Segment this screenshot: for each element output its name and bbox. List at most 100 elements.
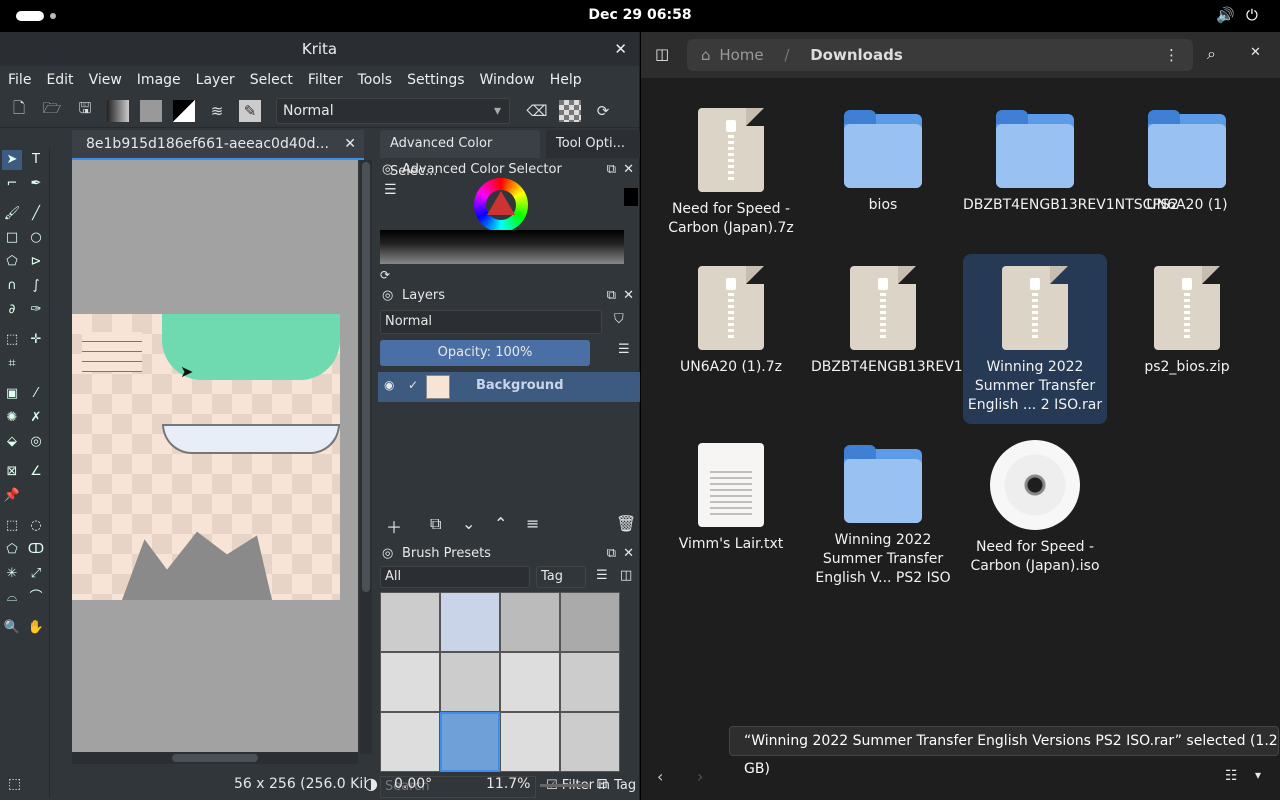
folder-item[interactable]: DBZBT4ENGB13REV1NTSCPS2 — [963, 110, 1179, 215]
move-down-icon[interactable]: ⌄ — [462, 514, 475, 533]
contiguous-select-tool-icon[interactable]: ✳ — [2, 564, 22, 584]
path-menu-icon[interactable]: ⋮ — [1164, 39, 1179, 71]
close-icon[interactable]: ✕ — [1250, 45, 1261, 60]
calligraphy-tool-icon[interactable]: ✒ — [26, 174, 46, 194]
file-item[interactable]: DBZBT4ENGB13REV1NTSCPS2.7z — [811, 266, 1047, 377]
close-panel-icon[interactable]: ✕ — [623, 286, 634, 306]
enclose-fill-tool-icon[interactable]: ◎ — [26, 432, 46, 452]
zoom-slider[interactable] — [540, 784, 590, 787]
line-tool-icon[interactable]: ╱ — [26, 204, 46, 224]
menu-select[interactable]: Select — [250, 72, 293, 88]
canvas-horizontal-scrollbar[interactable] — [72, 752, 358, 764]
menu-filter[interactable]: Filter — [308, 72, 343, 88]
opacity-slider[interactable]: Opacity: 100% — [380, 340, 590, 366]
freehand-select-tool-icon[interactable]: ↀ — [26, 540, 46, 560]
polygon-tool-icon[interactable]: ⬠ — [2, 252, 22, 272]
rotation-icon[interactable]: ◑ — [364, 774, 378, 793]
layer-properties-icon[interactable]: ≡ — [526, 514, 539, 533]
brush-preset-selected[interactable] — [440, 712, 500, 772]
transform-tool-icon[interactable]: ⬚ — [2, 330, 22, 350]
close-icon[interactable]: ✕ — [614, 32, 627, 66]
sidebar-toggle-icon[interactable]: ◫ — [655, 45, 669, 63]
current-color-swatch[interactable] — [624, 188, 638, 206]
pan-tool-icon[interactable]: ✋ — [26, 618, 46, 638]
search-icon[interactable]: ⌕ — [1207, 44, 1216, 64]
polyline-tool-icon[interactable]: ⊳ — [26, 252, 46, 272]
layer-blend-select[interactable]: Normal — [380, 310, 602, 334]
tab-advanced-color-selector[interactable]: Advanced Color Selec... — [380, 130, 540, 179]
brush-settings-icon[interactable]: ≋ — [206, 100, 228, 122]
alpha-lock-icon[interactable] — [559, 99, 581, 122]
folder-item[interactable]: UN6A20 (1) — [1115, 110, 1259, 215]
color-wheel[interactable] — [474, 178, 528, 232]
canvas-image[interactable] — [72, 314, 340, 600]
polygon-select-tool-icon[interactable]: ⬠ — [2, 540, 22, 560]
fill-tool-icon[interactable]: ⬙ — [2, 432, 22, 452]
menu-layer[interactable]: Layer — [196, 72, 235, 88]
open-document-icon[interactable]: 🗁 — [41, 99, 63, 122]
presets-menu-icon[interactable]: ◫ — [620, 568, 632, 583]
bezier-select-tool-icon[interactable]: ⌓ — [2, 588, 22, 608]
forward-icon[interactable]: › — [697, 767, 703, 786]
zoom-tool-icon[interactable]: 🔍 — [2, 618, 22, 638]
view-list-icon[interactable]: ☷ — [1225, 768, 1238, 784]
brush-preset-pencil-2[interactable] — [560, 652, 620, 712]
view-options-icon[interactable]: ▾ — [1255, 768, 1261, 782]
brush-preset-eraser[interactable] — [380, 592, 440, 652]
color-settings-icon[interactable]: ☰ — [384, 182, 397, 198]
brush-preset-airbrush[interactable] — [500, 592, 560, 652]
document-tab[interactable]: 8e1b915d186ef661-aeeac0d40d... ✕ — [72, 130, 364, 160]
ellipse-tool-icon[interactable]: ○ — [26, 228, 46, 248]
path-home[interactable]: Home — [719, 46, 763, 64]
menu-tools[interactable]: Tools — [358, 72, 393, 88]
menu-settings[interactable]: Settings — [407, 72, 464, 88]
select-shape-tool-icon[interactable]: ➤ — [2, 150, 22, 170]
menu-view[interactable]: View — [89, 72, 122, 88]
brush-preset-blue-pencil[interactable] — [560, 712, 620, 772]
menu-image[interactable]: Image — [137, 72, 181, 88]
magnetic-select-tool-icon[interactable]: ⌒ — [26, 588, 46, 608]
layers-menu-icon[interactable]: ☰ — [618, 342, 630, 357]
tag-button[interactable]: Tag — [536, 566, 586, 588]
reload-icon[interactable]: ⟳ — [592, 100, 614, 122]
menu-window[interactable]: Window — [480, 72, 535, 88]
rect-select-tool-icon[interactable]: ⬚ — [2, 516, 22, 536]
zoom-value[interactable]: 11.7% — [486, 776, 530, 792]
fit-screen-icon[interactable]: ⊡ — [596, 776, 608, 792]
close-document-icon[interactable]: ✕ — [344, 130, 356, 158]
rotation-value[interactable]: 0.00° — [394, 776, 432, 792]
brush-filter-select[interactable]: All — [380, 566, 530, 588]
move-tool-icon[interactable]: ✛ — [26, 330, 46, 350]
file-item[interactable]: Need for Speed - Carbon (Japan).iso — [963, 440, 1107, 576]
power-icon[interactable]: ⏻ — [1246, 6, 1258, 24]
float-icon[interactable]: ⧉ — [607, 544, 616, 564]
ellipse-select-tool-icon[interactable]: ◌ — [26, 516, 46, 536]
brush-preset-icon[interactable]: ✎ — [239, 99, 261, 122]
color-picker-tool-icon[interactable]: ⁄ — [26, 384, 46, 404]
freehand-path-tool-icon[interactable]: ∫ — [26, 276, 46, 296]
fg-bg-color-icon[interactable] — [173, 99, 195, 122]
lock-icon[interactable]: ◎ — [382, 544, 393, 564]
pattern-icon[interactable] — [140, 99, 162, 122]
clock[interactable]: Dec 29 06:58 — [0, 7, 1280, 23]
layer-row[interactable]: ◉ ✓ Background — [378, 372, 640, 402]
dynamic-brush-tool-icon[interactable]: ∂ — [2, 300, 22, 320]
multibrush-tool-icon[interactable]: ✑ — [26, 300, 46, 320]
brush-preset-blue-marker[interactable] — [440, 592, 500, 652]
selection-icon[interactable]: ⬚ — [8, 776, 21, 792]
reference-tool-icon[interactable]: 📌 — [2, 486, 22, 506]
folder-item[interactable]: Winning 2022 Summer Transfer English V..… — [811, 445, 955, 588]
blend-mode-select[interactable]: Normal — [276, 97, 510, 124]
back-icon[interactable]: ‹ — [657, 767, 663, 786]
brush-preset-fountain-pen[interactable] — [380, 712, 440, 772]
lock-icon[interactable]: ◎ — [382, 160, 393, 180]
gradient-tool-icon[interactable]: ▣ — [2, 384, 22, 404]
close-panel-icon[interactable]: ✕ — [623, 544, 634, 564]
eraser-icon[interactable]: ⌫ — [526, 100, 548, 122]
colorize-mask-tool-icon[interactable]: ✺ — [2, 408, 22, 428]
visibility-icon[interactable]: ◉ — [384, 378, 394, 392]
float-icon[interactable]: ⧉ — [607, 160, 616, 180]
folder-item[interactable]: bios — [811, 110, 955, 215]
file-item-selected[interactable]: Winning 2022 Summer Transfer English ...… — [963, 254, 1107, 424]
brush-preset-orange-pen[interactable] — [500, 712, 560, 772]
